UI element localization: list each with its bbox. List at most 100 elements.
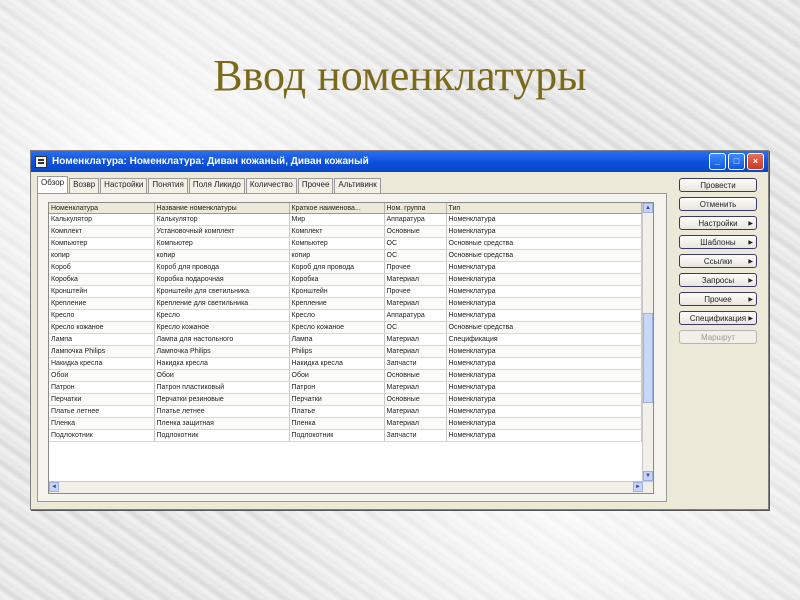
table-cell[interactable]: Основные bbox=[384, 393, 447, 406]
table-cell[interactable]: Номенклатура bbox=[446, 213, 642, 226]
action-button-4[interactable]: Ссылки ▶ bbox=[679, 254, 757, 268]
table-cell[interactable]: Перчатки bbox=[49, 393, 155, 406]
table-cell[interactable]: Номенклатура bbox=[446, 225, 642, 238]
table-cell[interactable]: Комплект bbox=[289, 225, 385, 238]
table-cell[interactable]: Пленка защитная bbox=[154, 417, 290, 430]
vertical-scroll-thumb[interactable] bbox=[643, 313, 653, 403]
horizontal-scrollbar[interactable]: ◄ ► bbox=[49, 481, 653, 493]
table-cell[interactable]: Лампа для настольного bbox=[154, 333, 290, 346]
table-cell[interactable]: Лампа bbox=[49, 333, 155, 346]
table-cell[interactable]: Платье bbox=[289, 405, 385, 418]
table-cell[interactable]: Кресло bbox=[49, 309, 155, 322]
table-cell[interactable]: Номенклатура bbox=[446, 309, 642, 322]
tab-concepts[interactable]: Понятия bbox=[148, 178, 188, 193]
table-cell[interactable]: Материал bbox=[384, 417, 447, 430]
table-cell[interactable]: копир bbox=[154, 249, 290, 262]
table-row[interactable]: Короб Короб для провода Короб для провода П… bbox=[49, 261, 642, 274]
table-row[interactable]: Комплект Установочный комплект Комплект Осн… bbox=[49, 225, 642, 238]
table-cell[interactable]: Лампа bbox=[289, 333, 385, 346]
table-cell[interactable]: Кресло bbox=[154, 309, 290, 322]
table-cell[interactable]: Запчасти bbox=[384, 429, 447, 442]
table-cell[interactable]: Подлокотник bbox=[154, 429, 290, 442]
table-row[interactable]: Компьютер Компьютер Компьютер ОС Основные ср… bbox=[49, 237, 642, 250]
table-cell[interactable]: Номенклатура bbox=[446, 261, 642, 274]
action-button-1[interactable]: Отменить bbox=[679, 197, 757, 211]
table-row[interactable]: Платье летнее Платье летнее Платье Материал… bbox=[49, 405, 642, 418]
table-row[interactable]: Кресло Кресло Кресло Аппаратура Номенклатура bbox=[49, 309, 642, 322]
maximize-button[interactable]: □ bbox=[728, 153, 745, 170]
table-cell[interactable]: ОС bbox=[384, 237, 447, 250]
table-cell[interactable]: Перчатки bbox=[289, 393, 385, 406]
table-cell[interactable]: Спецификация bbox=[446, 333, 642, 346]
table-cell[interactable]: Кронштейн bbox=[49, 285, 155, 298]
table-row[interactable]: Патрон Патрон пластиковый Патрон Материал Но… bbox=[49, 381, 642, 394]
table-cell[interactable]: Кронштейн для светильника bbox=[154, 285, 290, 298]
scroll-down-icon[interactable]: ▼ bbox=[643, 471, 653, 481]
table-cell[interactable]: Обои bbox=[49, 369, 155, 382]
table-cell[interactable]: Комплект bbox=[49, 225, 155, 238]
table-cell[interactable]: Материал bbox=[384, 381, 447, 394]
table-cell[interactable]: Основные средства bbox=[446, 237, 642, 250]
table-cell[interactable]: Материал bbox=[384, 405, 447, 418]
table-cell[interactable]: Крепление bbox=[49, 297, 155, 310]
table-cell[interactable]: Компьютер bbox=[154, 237, 290, 250]
table-cell[interactable]: Перчатки резиновые bbox=[154, 393, 290, 406]
table-row[interactable]: Перчатки Перчатки резиновые Перчатки Основн… bbox=[49, 393, 642, 406]
table-cell[interactable]: Номенклатура bbox=[446, 297, 642, 310]
table-cell[interactable]: Патрон bbox=[49, 381, 155, 394]
scroll-left-icon[interactable]: ◄ bbox=[49, 482, 59, 492]
table-cell[interactable]: Короб для провода bbox=[154, 261, 290, 274]
table-cell[interactable]: Номенклатура bbox=[446, 285, 642, 298]
action-button-7[interactable]: Спецификация ▶ bbox=[679, 311, 757, 325]
table-cell[interactable]: Кресло кожаное bbox=[49, 321, 155, 334]
table-cell[interactable]: Калькулятор bbox=[154, 213, 290, 226]
action-button-5[interactable]: Запросы ▶ bbox=[679, 273, 757, 287]
table-cell[interactable]: Короб bbox=[49, 261, 155, 274]
table-cell[interactable]: Подлокотник bbox=[289, 429, 385, 442]
table-cell[interactable]: Мир bbox=[289, 213, 385, 226]
table-cell[interactable]: Номенклатура bbox=[446, 369, 642, 382]
table-cell[interactable]: Кресло кожаное bbox=[154, 321, 290, 334]
table-row[interactable]: Кресло кожаное Кресло кожаное Кресло кожан… bbox=[49, 321, 642, 334]
scroll-up-icon[interactable]: ▲ bbox=[643, 203, 653, 213]
action-button-3[interactable]: Шаблоны ▶ bbox=[679, 235, 757, 249]
table-cell[interactable]: Компьютер bbox=[49, 237, 155, 250]
table-row[interactable]: Накидка кресла Накидка кресла Накидка крес… bbox=[49, 357, 642, 370]
minimize-button[interactable]: _ bbox=[709, 153, 726, 170]
table-cell[interactable]: Аппаратура bbox=[384, 309, 447, 322]
table-cell[interactable]: Коробка bbox=[289, 273, 385, 286]
table-cell[interactable]: Основные средства bbox=[446, 321, 642, 334]
window-titlebar[interactable]: Номенклатура: Номенклатура: Диван кожаны… bbox=[31, 151, 768, 172]
table-cell[interactable]: Лампочка Philips bbox=[49, 345, 155, 358]
table-cell[interactable]: Номенклатура bbox=[446, 381, 642, 394]
table-cell[interactable]: Пленка bbox=[289, 417, 385, 430]
table-row[interactable]: Кронштейн Кронштейн для светильника Кроншт… bbox=[49, 285, 642, 298]
table-row[interactable]: Крепление Крепление для светильника Крепле… bbox=[49, 297, 642, 310]
table-cell[interactable]: Накидка кресла bbox=[289, 357, 385, 370]
table-cell[interactable]: Номенклатура bbox=[446, 357, 642, 370]
table-cell[interactable]: копир bbox=[49, 249, 155, 262]
action-button-6[interactable]: Прочее ▶ bbox=[679, 292, 757, 306]
table-cell[interactable]: Номенклатура bbox=[446, 429, 642, 442]
table-row[interactable]: Калькулятор Калькулятор Мир Аппаратура Номен… bbox=[49, 213, 642, 226]
table-row[interactable]: Пленка Пленка защитная Пленка Материал Номен… bbox=[49, 417, 642, 430]
table-cell[interactable]: Philips bbox=[289, 345, 385, 358]
close-button[interactable]: × bbox=[747, 153, 764, 170]
table-cell[interactable]: Обои bbox=[289, 369, 385, 382]
table-cell[interactable]: ОС bbox=[384, 249, 447, 262]
table-cell[interactable]: Накидка кресла bbox=[49, 357, 155, 370]
table-cell[interactable]: Короб для провода bbox=[289, 261, 385, 274]
table-cell[interactable]: Крепление bbox=[289, 297, 385, 310]
table-cell[interactable]: Платье летнее bbox=[154, 405, 290, 418]
table-cell[interactable]: Калькулятор bbox=[49, 213, 155, 226]
tab-quantity[interactable]: Количество bbox=[245, 178, 297, 193]
table-cell[interactable]: ОС bbox=[384, 321, 447, 334]
table-cell[interactable]: Крепление для светильника bbox=[154, 297, 290, 310]
table-cell[interactable]: Номенклатура bbox=[446, 273, 642, 286]
table-cell[interactable]: Запчасти bbox=[384, 357, 447, 370]
tab-return[interactable]: Возвр bbox=[69, 178, 100, 193]
table-cell[interactable]: Пленка bbox=[49, 417, 155, 430]
table-cell[interactable]: Лампочка Philips bbox=[154, 345, 290, 358]
table-cell[interactable]: Номенклатура bbox=[446, 405, 642, 418]
table-cell[interactable]: Установочный комплект bbox=[154, 225, 290, 238]
